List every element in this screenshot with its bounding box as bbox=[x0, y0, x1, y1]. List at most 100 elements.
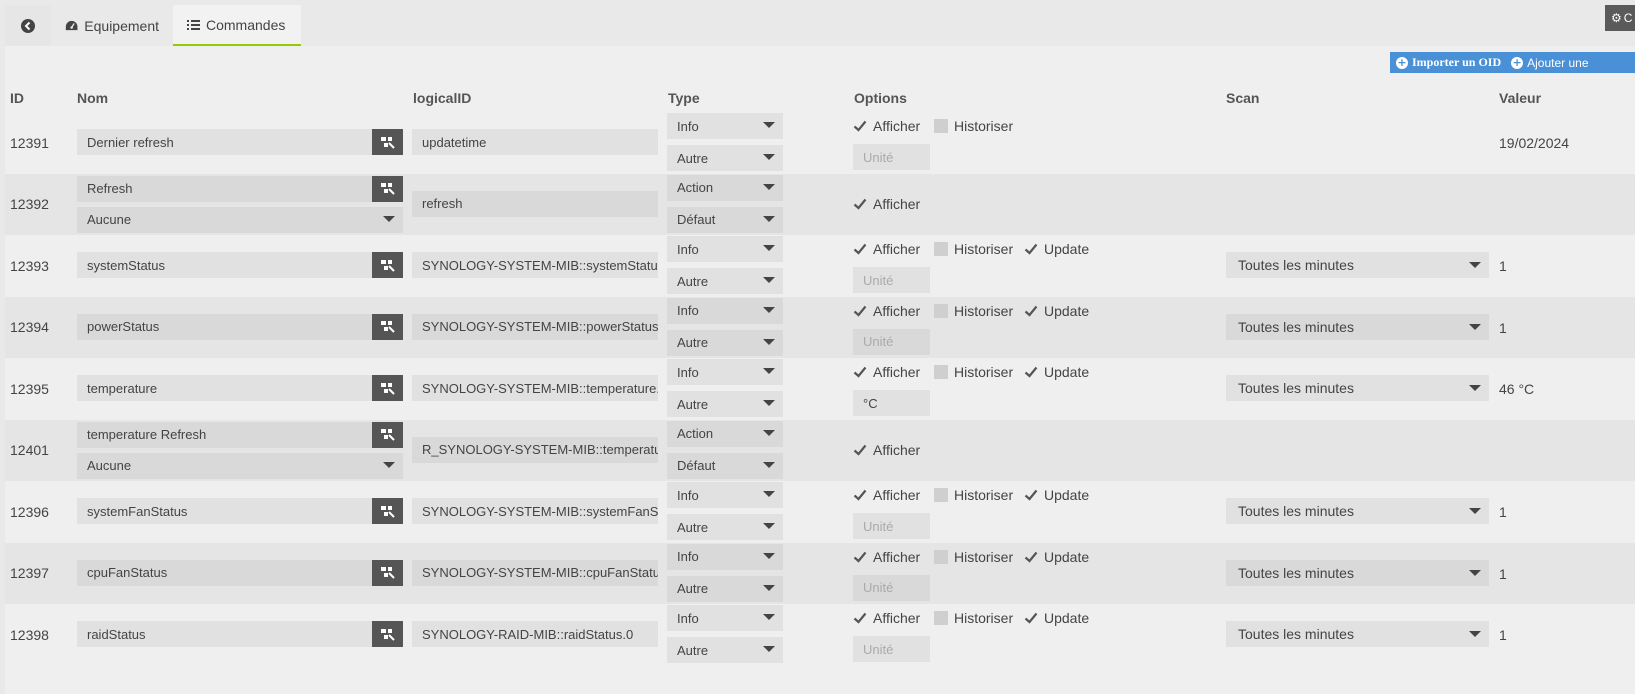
afficher-checkbox[interactable]: Afficher bbox=[853, 196, 920, 212]
scan-select[interactable]: Toutes les minutes bbox=[1226, 375, 1489, 401]
unit-input[interactable]: Unité bbox=[853, 267, 930, 293]
scan-select[interactable]: Toutes les minutes bbox=[1226, 621, 1489, 647]
command-name-input[interactable]: temperature bbox=[77, 375, 372, 401]
afficher-checkbox[interactable]: Afficher bbox=[853, 303, 920, 319]
historiser-label: Historiser bbox=[954, 364, 1014, 380]
subtype-select[interactable]: Autre bbox=[667, 268, 783, 294]
afficher-checkbox[interactable]: Afficher bbox=[853, 610, 920, 626]
choose-icon-button[interactable] bbox=[372, 252, 403, 278]
logicalid-input[interactable]: SYNOLOGY-SYSTEM-MIB::powerStatus.0 bbox=[412, 313, 658, 340]
action-value-select[interactable]: Aucune bbox=[77, 452, 403, 479]
add-command-button[interactable]: + Ajouter une bbox=[1511, 56, 1589, 70]
subtype-select[interactable]: Autre bbox=[667, 514, 783, 540]
subtype-select[interactable]: Autre bbox=[667, 637, 783, 663]
logicalid-input[interactable]: SYNOLOGY-SYSTEM-MIB::systemStatus.0 bbox=[412, 252, 658, 278]
unit-input[interactable]: Unité bbox=[853, 144, 930, 170]
command-name-input[interactable]: systemStatus bbox=[77, 252, 372, 278]
command-name-input[interactable]: raidStatus bbox=[77, 621, 372, 647]
check-icon bbox=[853, 550, 867, 564]
command-name-input[interactable]: systemFanStatus bbox=[77, 498, 372, 524]
subtype-select[interactable]: Autre bbox=[667, 575, 783, 602]
logicalid-input[interactable]: refresh bbox=[412, 190, 658, 217]
afficher-checkbox[interactable]: Afficher bbox=[853, 442, 920, 458]
choose-icon-button[interactable] bbox=[372, 375, 403, 401]
chevron-down-icon bbox=[1469, 385, 1481, 391]
scan-select[interactable]: Toutes les minutes bbox=[1226, 498, 1489, 524]
choose-icon-button[interactable] bbox=[372, 313, 403, 340]
unit-input[interactable]: Unité bbox=[853, 513, 930, 539]
subtype-label: Autre bbox=[677, 396, 709, 412]
update-checkbox[interactable]: Update bbox=[1024, 241, 1089, 257]
subtype-select[interactable]: Défaut bbox=[667, 206, 783, 233]
check-icon bbox=[853, 197, 867, 211]
check-icon bbox=[853, 488, 867, 502]
subtype-select[interactable]: Autre bbox=[667, 329, 783, 356]
historiser-checkbox[interactable]: Historiser bbox=[934, 241, 1013, 257]
update-checkbox[interactable]: Update bbox=[1024, 610, 1089, 626]
logicalid-input[interactable]: SYNOLOGY-SYSTEM-MIB::systemFanStatus bbox=[412, 498, 658, 524]
scan-select[interactable]: Toutes les minutes bbox=[1226, 559, 1489, 586]
logicalid-input[interactable]: SYNOLOGY-SYSTEM-MIB::temperature.0 bbox=[412, 375, 658, 401]
afficher-checkbox[interactable]: Afficher bbox=[853, 487, 920, 503]
update-checkbox[interactable]: Update bbox=[1024, 487, 1089, 503]
update-checkbox[interactable]: Update bbox=[1024, 549, 1089, 565]
subtype-select[interactable]: Autre bbox=[667, 145, 783, 171]
choose-icon-button[interactable] bbox=[372, 621, 403, 647]
choose-icon-button[interactable] bbox=[372, 421, 403, 448]
command-name-input[interactable]: cpuFanStatus bbox=[77, 559, 372, 586]
type-select[interactable]: Info bbox=[667, 543, 783, 570]
type-select[interactable]: Info bbox=[667, 359, 783, 385]
choose-icon-button[interactable] bbox=[372, 129, 403, 155]
command-name-input[interactable]: powerStatus bbox=[77, 313, 372, 340]
command-name-input[interactable]: temperature Refresh bbox=[77, 421, 372, 448]
type-select[interactable]: Info bbox=[667, 113, 783, 139]
historiser-checkbox[interactable]: Historiser bbox=[934, 118, 1013, 134]
unit-input[interactable]: Unité bbox=[853, 328, 930, 355]
command-name-input[interactable]: Dernier refresh bbox=[77, 129, 372, 155]
import-oid-button[interactable]: + Importer un OID bbox=[1396, 55, 1501, 70]
historiser-checkbox[interactable]: Historiser bbox=[934, 364, 1013, 380]
tab-commandes-label: Commandes bbox=[206, 16, 286, 33]
logicalid-input[interactable]: updatetime bbox=[412, 129, 658, 155]
type-select[interactable]: Info bbox=[667, 297, 783, 324]
afficher-checkbox[interactable]: Afficher bbox=[853, 241, 920, 257]
type-select[interactable]: Action bbox=[667, 174, 783, 201]
historiser-checkbox[interactable]: Historiser bbox=[934, 303, 1013, 319]
choose-icon-button[interactable] bbox=[372, 498, 403, 524]
unit-input[interactable]: °C bbox=[853, 390, 930, 416]
afficher-checkbox[interactable]: Afficher bbox=[853, 364, 920, 380]
command-name-input[interactable]: Refresh bbox=[77, 175, 372, 202]
scan-select[interactable]: Toutes les minutes bbox=[1226, 313, 1489, 340]
type-select[interactable]: Info bbox=[667, 236, 783, 262]
type-select[interactable]: Action bbox=[667, 420, 783, 447]
configuration-button[interactable]: ⚙ C bbox=[1605, 5, 1635, 31]
action-value-select[interactable]: Aucune bbox=[77, 206, 403, 233]
chevron-down-icon bbox=[383, 461, 395, 468]
historiser-checkbox[interactable]: Historiser bbox=[934, 549, 1013, 565]
logicalid-input[interactable]: SYNOLOGY-SYSTEM-MIB::cpuFanStatus.0 bbox=[412, 559, 658, 586]
unit-input[interactable]: Unité bbox=[853, 636, 930, 662]
subtype-select[interactable]: Autre bbox=[667, 391, 783, 417]
logicalid-input[interactable]: SYNOLOGY-RAID-MIB::raidStatus.0 bbox=[412, 621, 658, 647]
tab-commandes[interactable]: Commandes bbox=[173, 5, 301, 46]
afficher-checkbox[interactable]: Afficher bbox=[853, 549, 920, 565]
scan-select[interactable]: Toutes les minutes bbox=[1226, 252, 1489, 278]
historiser-checkbox[interactable]: Historiser bbox=[934, 610, 1013, 626]
afficher-checkbox[interactable]: Afficher bbox=[853, 118, 920, 134]
choose-icon-button[interactable] bbox=[372, 559, 403, 586]
update-checkbox[interactable]: Update bbox=[1024, 303, 1089, 319]
subtype-select[interactable]: Défaut bbox=[667, 452, 783, 479]
type-label: Action bbox=[677, 180, 714, 195]
historiser-checkbox[interactable]: Historiser bbox=[934, 487, 1013, 503]
back-button[interactable] bbox=[5, 5, 51, 46]
configuration-label: C bbox=[1623, 11, 1633, 25]
subtype-label: Autre bbox=[677, 519, 709, 535]
chevron-down-icon bbox=[763, 429, 775, 436]
type-select[interactable]: Info bbox=[667, 482, 783, 508]
type-select[interactable]: Info bbox=[667, 605, 783, 631]
tab-equipement[interactable]: Equipement bbox=[51, 5, 173, 46]
update-checkbox[interactable]: Update bbox=[1024, 364, 1089, 380]
unit-input[interactable]: Unité bbox=[853, 574, 930, 601]
choose-icon-button[interactable] bbox=[372, 175, 403, 202]
logicalid-input[interactable]: R_SYNOLOGY-SYSTEM-MIB::temperature.0 bbox=[412, 436, 658, 463]
